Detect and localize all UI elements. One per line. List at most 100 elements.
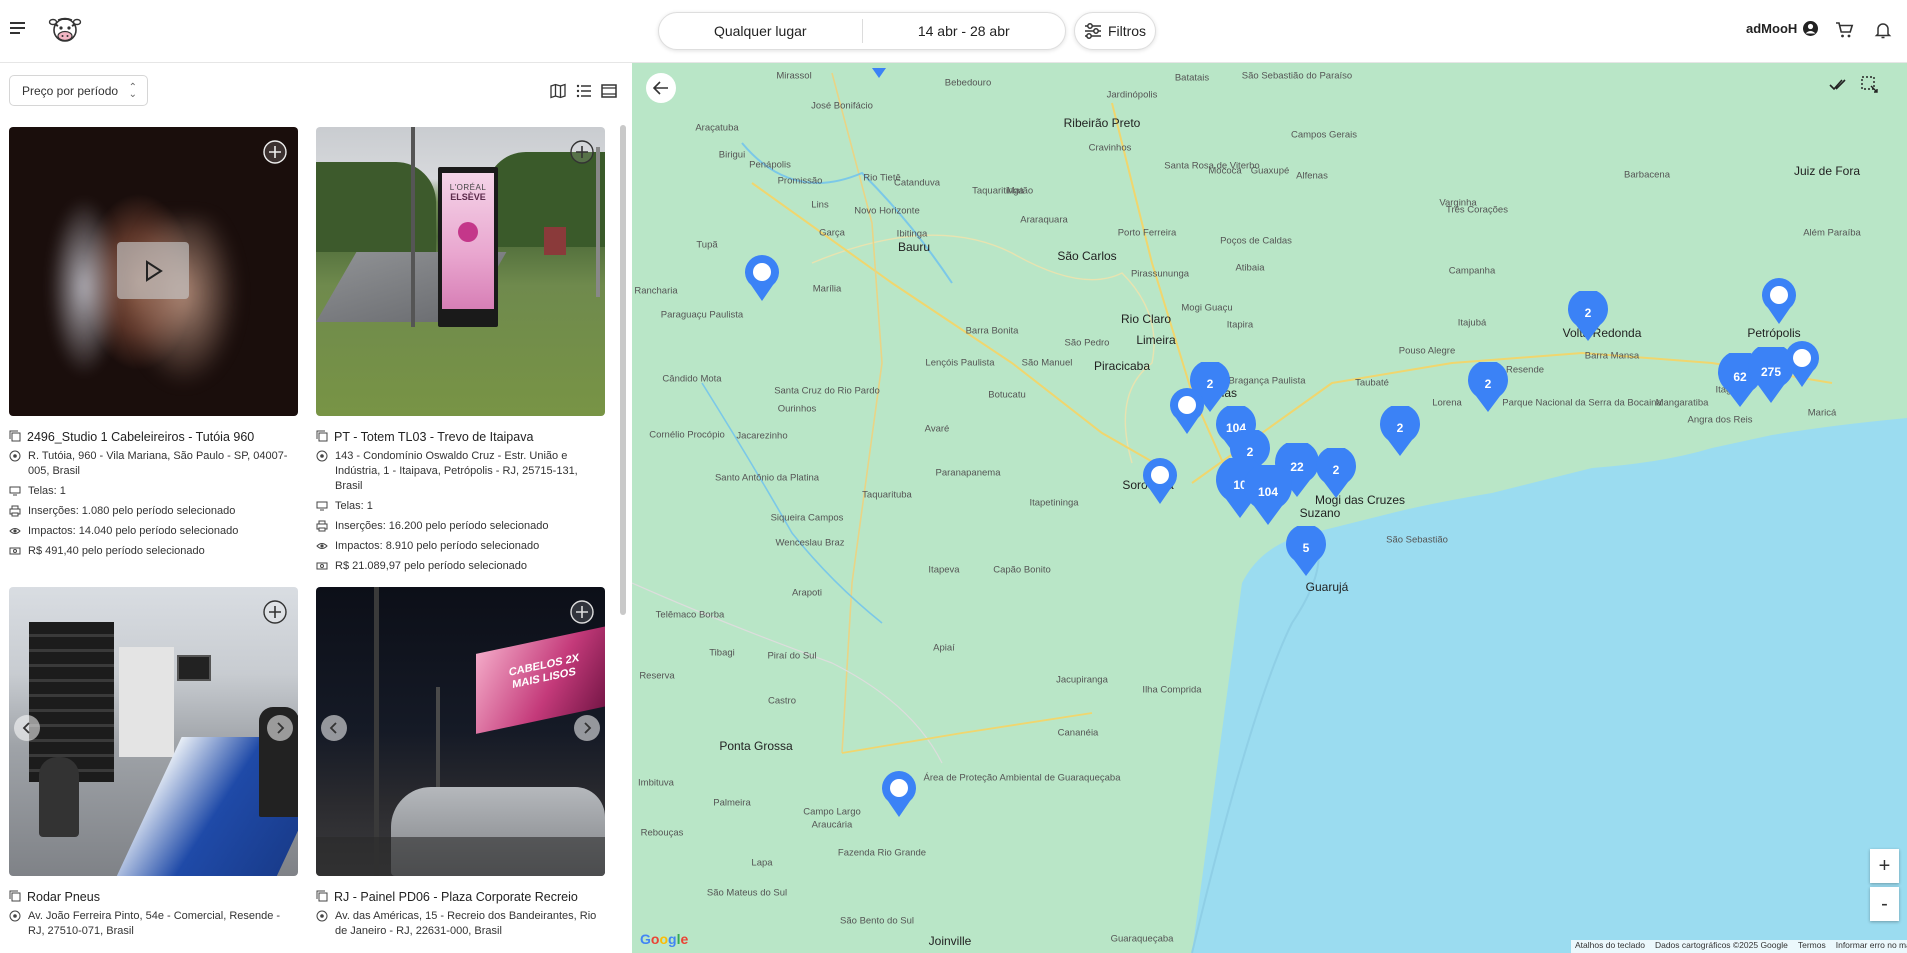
add-icon[interactable] [263, 600, 287, 624]
cluster-marker[interactable]: 2 [1313, 446, 1359, 500]
zoom-in-button[interactable]: + [1870, 849, 1899, 883]
map-label: Botucatu [988, 389, 1026, 401]
zoom-out-button[interactable]: - [1870, 887, 1899, 921]
back-button[interactable] [646, 73, 676, 103]
add-icon[interactable] [570, 140, 594, 164]
map-label: Três Corações [1446, 204, 1508, 216]
list-view-icon[interactable] [576, 83, 592, 99]
cluster-marker[interactable]: 2 [1565, 289, 1611, 343]
map-label: Limeira [1136, 333, 1176, 347]
map-label: Paranapanema [935, 467, 1001, 479]
listing-photo[interactable] [9, 587, 298, 876]
next-photo-button[interactable] [267, 715, 293, 741]
add-icon[interactable] [263, 140, 287, 164]
map-label: Bragança Paulista [1228, 375, 1306, 387]
map-label: Jacupiranga [1056, 674, 1108, 686]
impacts-row: Impactos: 14.040 pelo período selecionad… [9, 524, 298, 539]
map-label: Araçatuba [695, 122, 739, 134]
listing-title[interactable]: Rodar Pneus [9, 890, 298, 904]
location-pin-icon [1170, 388, 1204, 434]
map-label: São Carlos [1057, 249, 1117, 263]
map-label: Resende [1505, 364, 1545, 376]
map-label: Lençóis Paulista [925, 357, 995, 369]
screen-copy-icon [316, 890, 328, 902]
map-label: Arapoti [791, 587, 823, 599]
insertions-row: Inserções: 1.080 pelo período selecionad… [9, 504, 298, 519]
cluster-marker[interactable]: 2 [1465, 360, 1511, 414]
map-label: Suzano [1299, 506, 1341, 520]
map-label: Promissão [777, 175, 823, 187]
map-view-icon[interactable] [550, 83, 566, 99]
bell-icon[interactable] [1873, 20, 1893, 40]
map-label: Tupã [696, 239, 718, 251]
area-select-button[interactable] [1858, 73, 1882, 97]
account-icon [1803, 21, 1819, 36]
listing-title[interactable]: 2496_Studio 1 Cabeleireiros - Tutóia 960 [9, 430, 298, 444]
map-label: Garça [819, 227, 845, 239]
map-marker[interactable] [864, 63, 894, 79]
prev-photo-button[interactable] [321, 715, 347, 741]
money-icon [316, 562, 328, 570]
listing-card[interactable]: CABELOS 2X MAIS LISOS RJ - Painel PD06 -… [316, 587, 605, 939]
map-label: Rebouças [640, 827, 684, 839]
menu-icon[interactable] [10, 22, 26, 34]
listing-card[interactable]: 2496_Studio 1 Cabeleireiros - Tutóia 960… [9, 127, 298, 559]
eye-icon [9, 528, 21, 534]
cluster-marker[interactable]: 5 [1283, 524, 1329, 578]
prev-photo-button[interactable] [14, 715, 40, 741]
next-photo-button[interactable] [574, 715, 600, 741]
cluster-marker[interactable]: 2 [1377, 404, 1423, 458]
address-row: 143 - Condomínio Oswaldo Cruz - Estr. Un… [316, 449, 605, 494]
select-all-button[interactable] [1826, 73, 1850, 97]
map-label: Cornélio Procópio [649, 429, 725, 441]
map-marker[interactable] [1140, 458, 1180, 506]
map-label: Batatais [1174, 72, 1210, 84]
map-label: Poços de Caldas [1220, 235, 1292, 247]
listing-card[interactable]: L'ORÉAL ELSÈVE PT - Totem TL03 - Trevo d… [316, 127, 605, 574]
map-label: Palmeira [713, 797, 751, 809]
map-label: Mococa [1208, 165, 1242, 177]
report-error-link[interactable]: Informar erro no mapa [1836, 940, 1907, 953]
terms-link[interactable]: Termos [1798, 940, 1826, 953]
listing-title[interactable]: RJ - Painel PD06 - Plaza Corporate Recre… [316, 890, 605, 904]
add-icon[interactable] [570, 600, 594, 624]
date-range-selector[interactable]: 14 abr - 28 abr [863, 23, 1066, 39]
cluster-marker[interactable]: 275 [1745, 343, 1797, 405]
listing-card[interactable]: Rodar Pneus Av. João Ferreira Pinto, 54e… [9, 587, 298, 939]
cluster-marker[interactable]: 104 [1240, 462, 1296, 527]
play-button[interactable] [117, 242, 189, 299]
map-marker[interactable] [1167, 388, 1207, 436]
map-label: Itapeva [928, 564, 960, 576]
grid-view-icon[interactable] [601, 83, 617, 99]
map-marker[interactable] [1759, 278, 1799, 326]
listing-photo[interactable]: CABELOS 2X MAIS LISOS [316, 587, 605, 876]
map-marker[interactable] [879, 771, 919, 819]
location-selector[interactable]: Qualquer lugar [659, 23, 862, 39]
map-view[interactable]: Araçatuba Penápolis Promissão Lins Bauru… [632, 63, 1907, 953]
map-label: São Pedro [1064, 337, 1110, 349]
keyboard-shortcuts-link[interactable]: Atalhos do teclado [1575, 940, 1645, 953]
user-menu[interactable]: adMooH [1746, 20, 1819, 37]
listing-title[interactable]: PT - Totem TL03 - Trevo de Itaipava [316, 430, 605, 444]
filters-button[interactable]: Filtros [1074, 12, 1156, 50]
listing-photo[interactable]: L'ORÉAL ELSÈVE [316, 127, 605, 416]
map-label: Campanha [1448, 265, 1496, 277]
sort-label: Preço por período [22, 83, 119, 98]
results-panel: Preço por período ⌃ ⌄ 2496_Studio 1 Cabel… [0, 63, 632, 953]
scrollbar[interactable] [620, 125, 626, 615]
map-label: Araucária [811, 819, 853, 831]
map-label: Maricá [1807, 407, 1837, 419]
map-label: Jacarezinho [736, 430, 788, 442]
listing-video-thumbnail[interactable] [9, 127, 298, 416]
map-label: Rancharia [634, 285, 678, 297]
map-label: Pouso Alegre [1398, 345, 1456, 357]
map-label: Lins [811, 199, 829, 211]
cart-icon[interactable] [1834, 20, 1854, 40]
map-label: Mogi Guaçu [1181, 302, 1233, 314]
map-label: Mirassol [776, 70, 812, 82]
sort-select[interactable]: Preço por período ⌃ ⌄ [9, 75, 148, 106]
map-label: Além Paraíba [1803, 227, 1861, 239]
google-logo-icon: Google [640, 931, 689, 947]
cow-logo-icon[interactable] [48, 14, 82, 44]
map-marker[interactable] [742, 255, 782, 303]
